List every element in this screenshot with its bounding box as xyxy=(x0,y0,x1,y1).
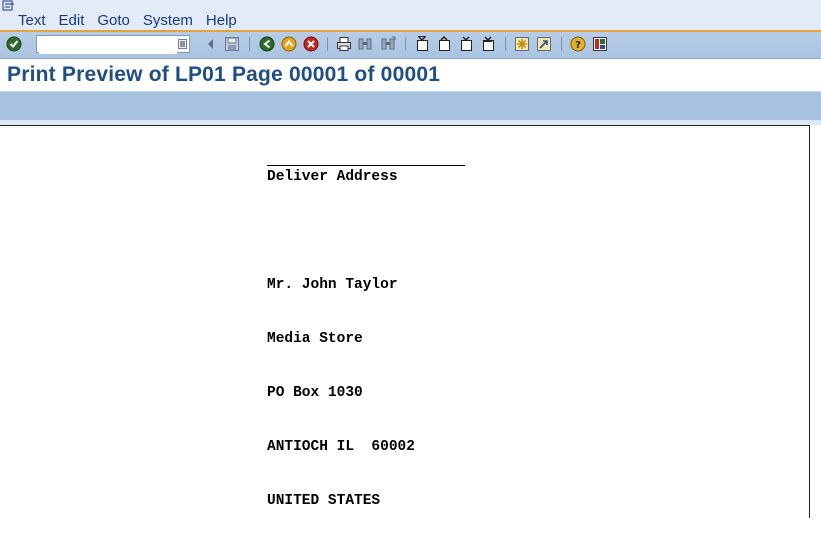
application-toolbar xyxy=(0,92,821,120)
first-page-button[interactable] xyxy=(414,36,430,52)
back-icon xyxy=(259,36,275,52)
print-preview-area: Deliver Address Mr. John Taylor Media St… xyxy=(0,125,810,518)
dropdown-icon[interactable] xyxy=(178,39,187,49)
last-page-icon xyxy=(483,36,494,51)
cancel-button[interactable] xyxy=(303,36,319,52)
help-button[interactable]: ? xyxy=(570,36,586,52)
save-button[interactable] xyxy=(224,36,240,52)
address-line: ANTIOCH IL 60002 xyxy=(267,439,415,455)
menu-goto[interactable]: Goto xyxy=(97,12,130,30)
find-button[interactable] xyxy=(357,36,373,52)
page-title: Print Preview of LP01 Page 00001 of 0000… xyxy=(7,63,441,86)
menu-text[interactable]: Text xyxy=(18,12,46,30)
back-button[interactable] xyxy=(259,36,275,52)
menu-help[interactable]: Help xyxy=(206,12,237,30)
command-input[interactable] xyxy=(39,40,177,54)
find-next-icon xyxy=(381,36,396,50)
address-underline xyxy=(267,165,465,166)
menu-system[interactable]: System xyxy=(143,12,193,30)
create-session-button[interactable] xyxy=(514,36,530,52)
find-next-button[interactable] xyxy=(380,36,396,52)
address-heading: Deliver Address xyxy=(267,169,398,185)
print-icon xyxy=(337,37,351,51)
address-block: Deliver Address Mr. John Taylor Media St… xyxy=(267,132,415,546)
address-line: PO Box 1030 xyxy=(267,385,363,401)
standard-toolbar: ? xyxy=(0,32,821,59)
previous-page-icon xyxy=(439,36,450,51)
first-page-icon xyxy=(417,36,428,51)
enter-button[interactable] xyxy=(6,36,22,52)
address-line: Media Store xyxy=(267,331,363,347)
help-icon: ? xyxy=(570,36,586,52)
command-field[interactable] xyxy=(36,35,190,54)
print-button[interactable] xyxy=(336,36,352,52)
svg-text:?: ? xyxy=(575,40,581,51)
toolbar-separator xyxy=(327,37,328,51)
menu-items: Text Edit Goto System Help xyxy=(18,12,250,30)
scroll-margin xyxy=(811,125,821,518)
menu-edit[interactable]: Edit xyxy=(59,12,85,30)
create-session-icon xyxy=(515,37,529,51)
find-icon xyxy=(358,38,372,50)
toolbar-separator xyxy=(249,37,250,51)
last-page-button[interactable] xyxy=(480,36,496,52)
shortcut-button[interactable] xyxy=(536,36,552,52)
customize-layout-icon xyxy=(593,37,607,51)
address-line: UNITED STATES xyxy=(267,493,381,509)
menu-bar: Text Edit Goto System Help xyxy=(0,0,821,30)
exit-icon xyxy=(281,36,297,52)
back-nav-button[interactable] xyxy=(203,36,219,52)
next-page-button[interactable] xyxy=(458,36,474,52)
back-nav-icon xyxy=(208,39,213,49)
toolbar-separator xyxy=(561,37,562,51)
title-bar: Print Preview of LP01 Page 00001 of 0000… xyxy=(0,59,821,92)
save-icon xyxy=(225,37,239,51)
previous-page-button[interactable] xyxy=(436,36,452,52)
cancel-icon xyxy=(303,36,319,52)
address-line: Mr. John Taylor xyxy=(267,277,398,293)
toolbar-separator xyxy=(405,37,406,51)
exit-button[interactable] xyxy=(281,36,297,52)
next-page-icon xyxy=(461,36,472,51)
shortcut-icon xyxy=(537,37,551,51)
system-menu-icon[interactable] xyxy=(2,0,16,12)
enter-icon xyxy=(6,36,22,52)
address-spacer xyxy=(267,222,415,240)
customize-layout-button[interactable] xyxy=(592,36,608,52)
toolbar-separator xyxy=(505,37,506,51)
